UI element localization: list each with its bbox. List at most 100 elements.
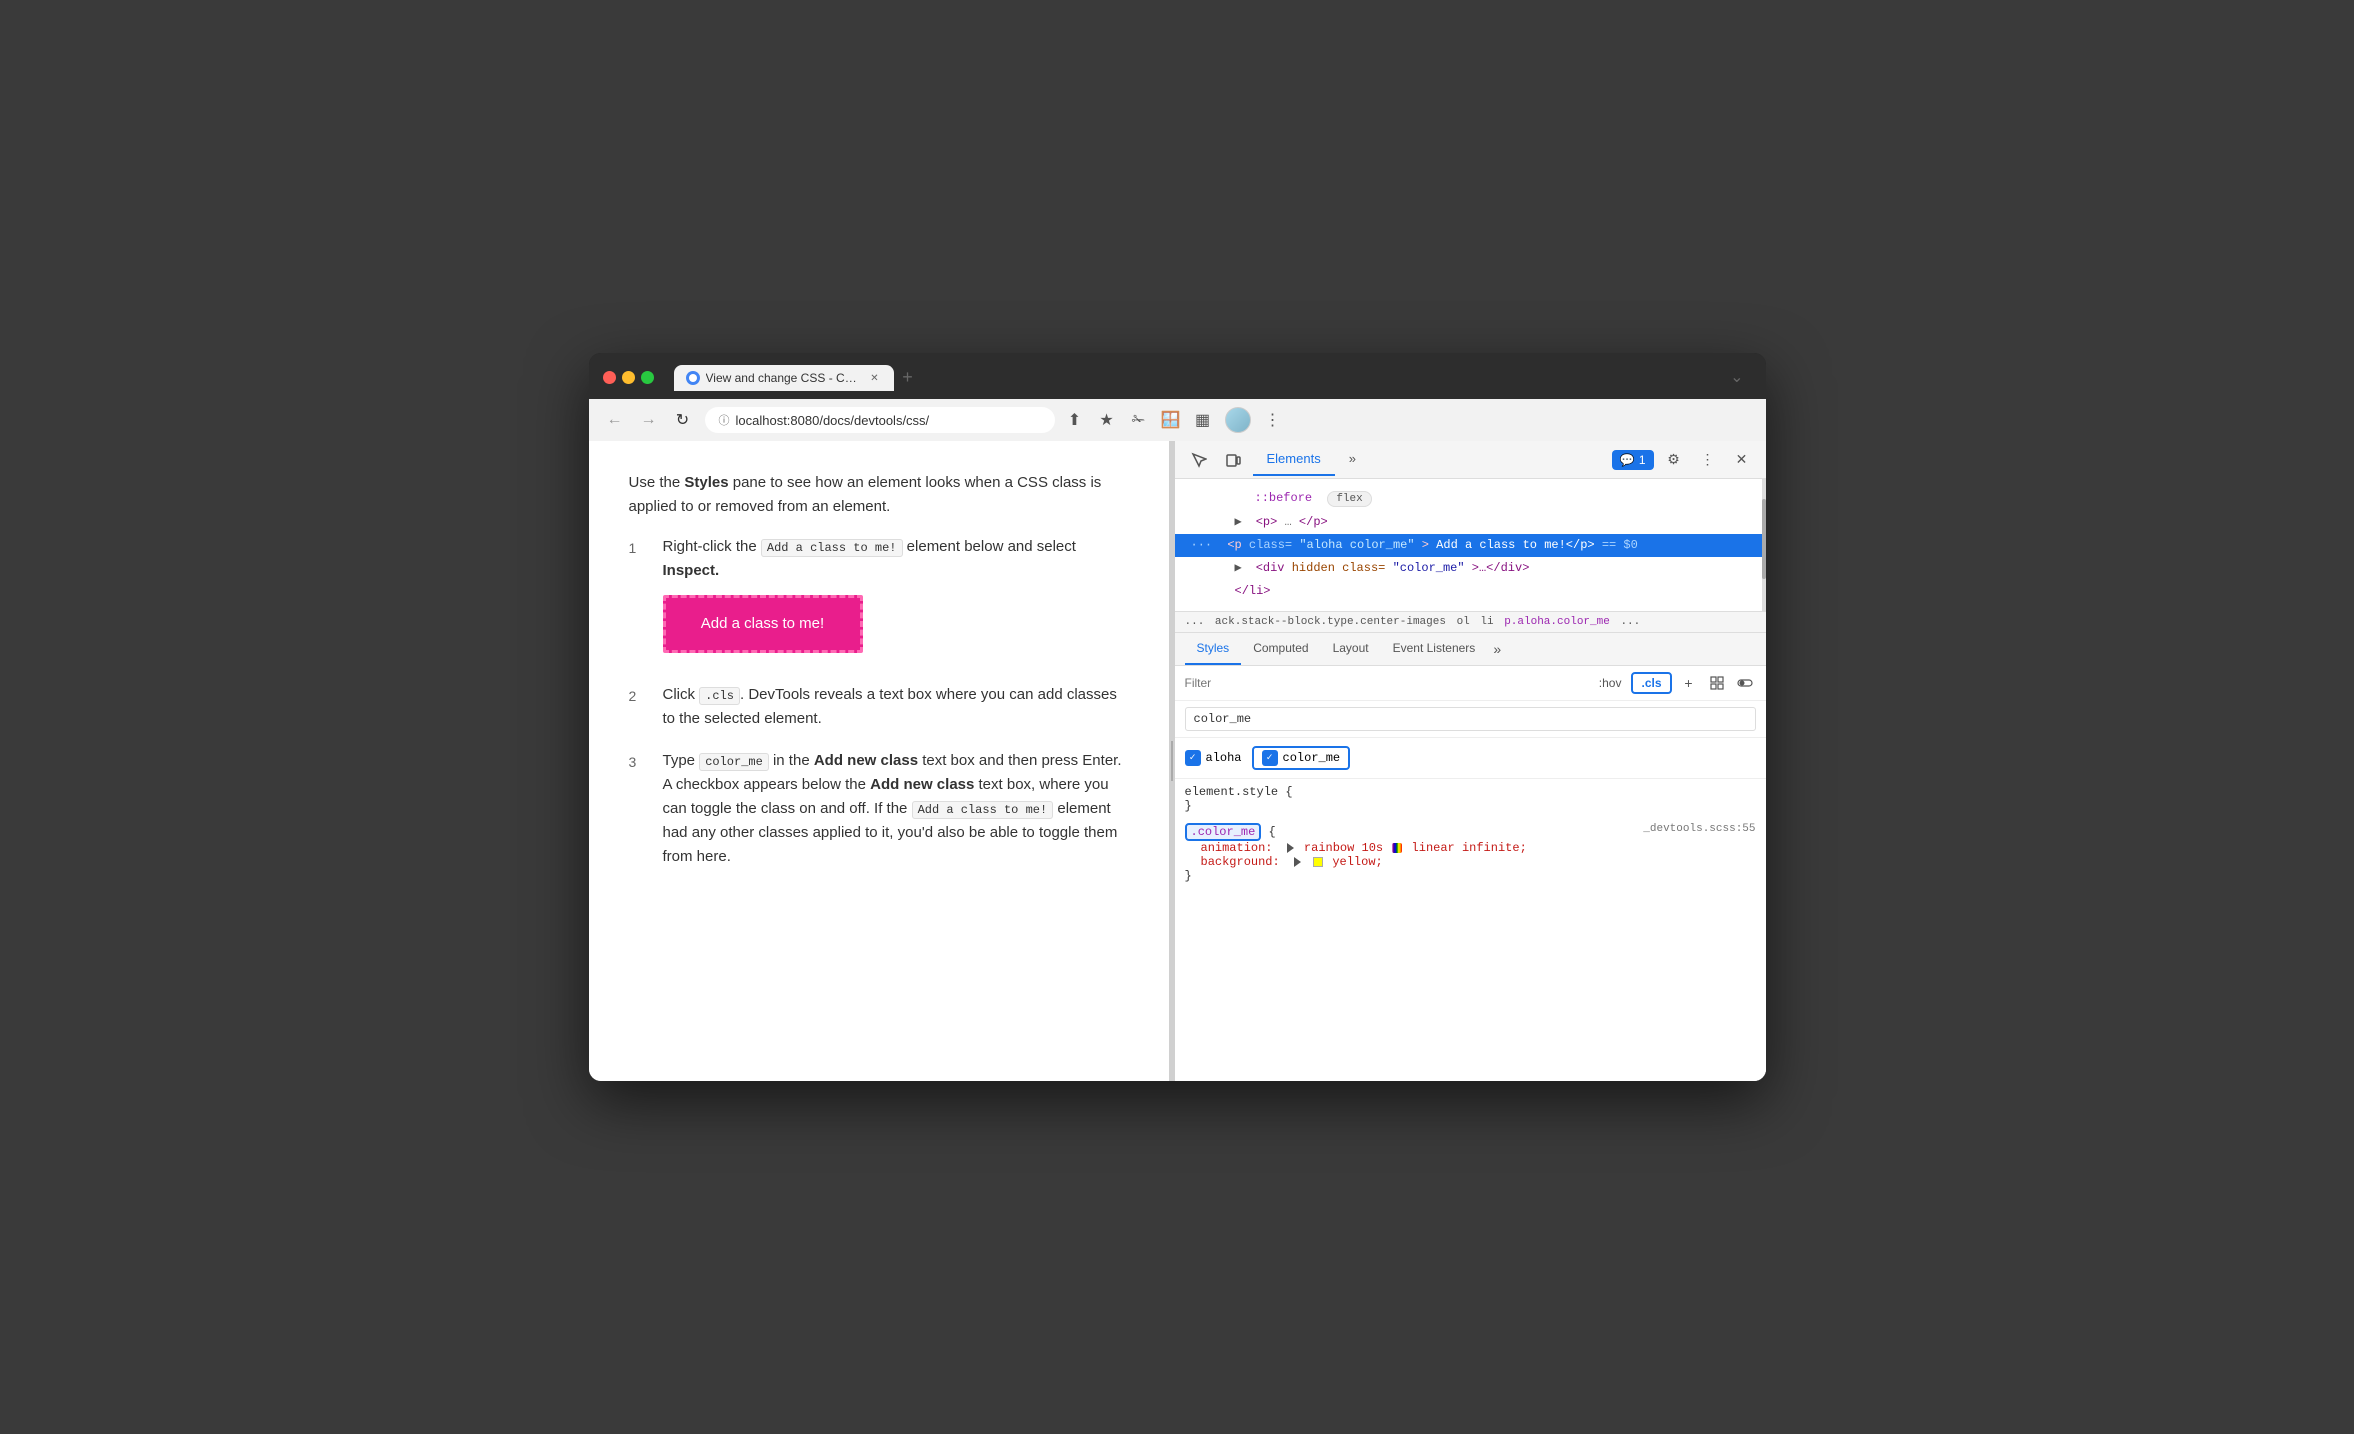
background-value: yellow; [1332,855,1382,869]
step-1-content: Right-click the Add a class to me! eleme… [663,535,1129,665]
toggle-style-button[interactable] [1734,672,1756,694]
filter-input[interactable] [1185,676,1587,690]
step-number-1: 1 [629,535,649,665]
inspect-style-button[interactable] [1706,672,1728,694]
dom-dots: ··· [1191,538,1213,552]
class-aloha[interactable]: ✓ aloha [1185,750,1242,766]
step-3-code2: Add a class to me! [912,801,1054,819]
profile-avatar[interactable] [1225,407,1251,433]
hidden-attr: hidden [1292,561,1335,575]
browser-tab[interactable]: View and change CSS - Chrom... ✕ [674,365,894,391]
element-style-selector: element.style { [1185,785,1756,799]
url-bar[interactable]: ⓘ localhost:8080/docs/devtools/css/ [705,407,1055,433]
dom-panel: ::before flex ▶ <p> … </p> ··· <p cla [1175,479,1766,612]
close-brace-2: } [1185,869,1192,883]
class-checkboxes: ✓ aloha ✓ color_me [1175,738,1766,779]
dom-scrollbar-thumb[interactable] [1762,499,1766,579]
step-3-text: Type color_me in the Add new class text … [663,752,1122,865]
menu-icon[interactable]: ⋮ [1263,410,1283,430]
class-attr: class= [1249,538,1292,552]
close-devtools-button[interactable]: ✕ [1728,446,1756,474]
url-text: localhost:8080/docs/devtools/css/ [736,413,930,428]
back-button[interactable]: ← [603,408,627,432]
reload-button[interactable]: ↻ [671,408,695,432]
forward-button[interactable]: → [637,408,661,432]
dom-line-li-close[interactable]: </li> [1175,580,1766,603]
breadcrumb-ol[interactable]: ol [1457,616,1470,628]
background-prop-name: background: [1201,855,1280,869]
animation-triangle[interactable] [1284,841,1304,855]
add-style-button[interactable]: + [1678,672,1700,694]
address-bar: ← → ↻ ⓘ localhost:8080/docs/devtools/css… [589,399,1766,441]
animation-swatch[interactable] [1392,843,1402,853]
tab-close-button[interactable]: ✕ [868,371,882,385]
tab-favicon [686,371,700,385]
new-tab-button[interactable]: + [894,363,922,391]
dom-line-before[interactable]: ::before flex [1175,487,1766,511]
class-input[interactable] [1185,707,1756,731]
class-val-div: "color_me" [1393,561,1465,575]
div-tag: <div [1256,561,1285,575]
styles-tab-layout[interactable]: Layout [1321,633,1381,665]
class-color-me[interactable]: ✓ color_me [1252,746,1351,770]
styles-tab-more[interactable]: » [1487,633,1507,665]
breadcrumb-more[interactable]: ... [1620,616,1640,628]
eq-dollar: == $0 [1602,538,1638,552]
step-2-code: .cls [699,687,740,705]
background-triangle[interactable] [1291,855,1311,869]
before-pseudo: ::before [1255,491,1313,505]
share-icon[interactable]: ⬆ [1065,410,1085,430]
maximize-button[interactable] [641,371,654,384]
close-button[interactable] [603,371,616,384]
color-me-checkbox[interactable]: ✓ [1262,750,1278,766]
dom-line-p[interactable]: ▶ <p> … </p> [1175,511,1766,534]
animation-prop-name: animation: [1201,841,1273,855]
yellow-color-swatch[interactable] [1313,857,1323,867]
more-options-button[interactable]: ⋮ [1694,446,1722,474]
more-tabs-button[interactable]: » [1335,443,1370,476]
step-1-code: Add a class to me! [761,539,903,557]
css-source-link[interactable]: _devtools.scss:55 [1643,823,1755,835]
dom-scrollbar[interactable] [1762,479,1766,612]
expand-arrow-div[interactable]: ▶ [1235,559,1249,578]
step-3: 3 Type color_me in the Add new class tex… [629,749,1129,869]
breadcrumb-stack[interactable]: ack.stack--block.type.center-images [1215,616,1446,628]
class-value: "aloha color_me" [1299,538,1414,552]
cut-icon[interactable]: ✁ [1129,410,1149,430]
demo-button[interactable]: Add a class to me! [663,595,863,653]
breadcrumb-sep-3 [1472,616,1479,628]
styles-tab-event-listeners[interactable]: Event Listeners [1381,633,1488,665]
expand-arrow[interactable]: ▶ [1235,513,1249,532]
step-1-text-before: Right-click the [663,538,761,555]
device-tool-button[interactable] [1219,446,1247,474]
styles-tab-computed[interactable]: Computed [1241,633,1320,665]
main-content: Use the Styles pane to see how an elemen… [589,441,1766,1081]
animation-value: rainbow 10s [1304,841,1390,855]
breadcrumb-li[interactable]: li [1480,616,1493,628]
step-1: 1 Right-click the Add a class to me! ele… [629,535,1129,665]
devtools-panel: Elements » 💬 1 ⚙ ⋮ ✕ : [1175,441,1766,1081]
div-close: >…</div> [1472,561,1530,575]
bookmark-icon[interactable]: ★ [1097,410,1117,430]
tab-overflow-button[interactable]: ⌄ [1722,363,1751,391]
dom-line-div[interactable]: ▶ <div hidden class= "color_me" >…</div> [1175,557,1766,580]
chat-badge[interactable]: 💬 1 [1612,450,1654,470]
breadcrumb-ellipsis[interactable]: ... [1185,616,1205,628]
minimize-button[interactable] [622,371,635,384]
breadcrumb-p[interactable]: p.aloha.color_me [1504,616,1610,628]
sidebar-icon[interactable]: ▦ [1193,410,1213,430]
extensions-icon[interactable]: 🪟 [1161,410,1181,430]
elements-tab[interactable]: Elements [1253,443,1335,476]
color-me-selector-line: _devtools.scss:55 .color_me { [1185,823,1756,841]
aloha-checkbox[interactable]: ✓ [1185,750,1201,766]
step-number-3: 3 [629,749,649,869]
inspector-tool-button[interactable] [1185,446,1213,474]
step-2: 2 Click .cls. DevTools reveals a text bo… [629,683,1129,731]
hov-button[interactable]: :hov [1595,674,1626,692]
dom-line-selected[interactable]: ··· <p class= "aloha color_me" > Add a c… [1175,534,1766,557]
breadcrumb-sep-5 [1612,616,1619,628]
cls-button[interactable]: .cls [1631,672,1671,694]
styles-tab-styles[interactable]: Styles [1185,633,1242,665]
settings-button[interactable]: ⚙ [1660,446,1688,474]
devtools-header: Elements » 💬 1 ⚙ ⋮ ✕ [1175,441,1766,479]
